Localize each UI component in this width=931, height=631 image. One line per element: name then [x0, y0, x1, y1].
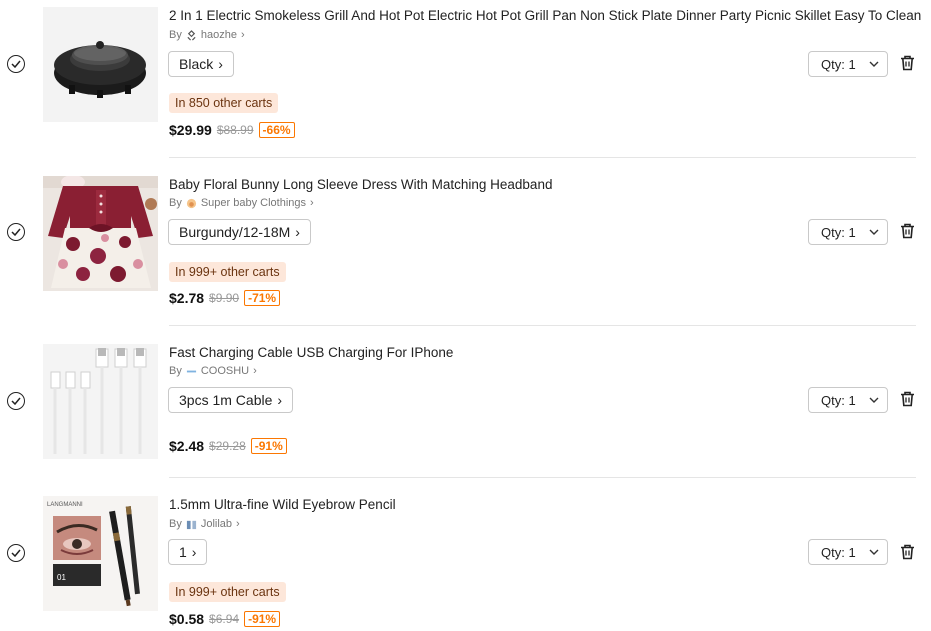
variant-label: 3pcs 1m Cable	[179, 392, 273, 408]
chevron-right-icon: ›	[236, 518, 240, 530]
chevron-right-icon: ›	[310, 197, 314, 209]
variant-selector[interactable]: Burgundy/12-18M ›	[168, 219, 311, 245]
variant-selector[interactable]: 1 ›	[168, 539, 208, 565]
check-icon	[11, 397, 21, 405]
chevron-right-icon: ›	[295, 224, 300, 240]
in-carts-badge: In 999+ other carts	[169, 582, 286, 602]
select-checkbox[interactable]	[7, 544, 25, 562]
seller-logo-icon	[186, 370, 196, 372]
seller-logo-icon	[186, 198, 196, 208]
original-price: $6.94	[209, 612, 240, 626]
seller-link[interactable]: By COOSHU ›	[169, 365, 257, 377]
quantity-select[interactable]: Qty: 1	[808, 387, 888, 413]
variant-label: Black	[179, 56, 214, 72]
chevron-down-icon	[869, 549, 879, 555]
image-brand-text: LANGMANNI	[47, 502, 83, 508]
trash-icon[interactable]	[900, 391, 915, 407]
discount-badge: -91%	[244, 611, 281, 627]
discount-badge: -71%	[244, 290, 281, 306]
seller-logo-icon	[186, 520, 196, 529]
chevron-down-icon	[869, 397, 879, 403]
product-title[interactable]: Fast Charging Cable USB Charging For IPh…	[169, 345, 453, 360]
trash-icon[interactable]	[900, 55, 915, 71]
select-checkbox[interactable]	[7, 223, 25, 241]
seller-name: haozhe	[200, 29, 237, 41]
seller-logo-icon	[187, 29, 196, 41]
product-image[interactable]	[43, 176, 158, 291]
original-price: $9.90	[209, 291, 240, 305]
current-price: $0.58	[169, 611, 205, 627]
price-row: $2.78 $9.90 -71%	[169, 290, 281, 306]
product-image[interactable]	[43, 344, 158, 459]
price-row: $2.48 $29.28 -91%	[169, 438, 287, 454]
chevron-right-icon: ›	[240, 29, 245, 41]
price-row: $0.58 $6.94 -91%	[169, 611, 281, 627]
baby-dress-image	[43, 176, 158, 291]
seller-by-label: By	[169, 197, 182, 209]
quantity-label: Qty: 1	[821, 392, 856, 408]
item-divider	[169, 325, 916, 326]
original-price: $29.28	[209, 439, 246, 453]
seller-name: Super baby Clothings	[200, 197, 307, 209]
seller-by-label: By	[169, 365, 182, 377]
seller-link[interactable]: By Jolilab ›	[169, 518, 240, 530]
product-image[interactable]: LANGMANNI 01	[43, 496, 158, 611]
select-checkbox[interactable]	[7, 392, 25, 410]
quantity-label: Qty: 1	[821, 544, 856, 560]
chevron-down-icon	[869, 61, 879, 67]
price-row: $29.99 $88.99 -66%	[169, 122, 295, 138]
variant-label: 1	[179, 544, 187, 560]
in-carts-badge: In 999+ other carts	[169, 262, 286, 282]
current-price: $2.48	[169, 438, 205, 454]
trash-icon[interactable]	[900, 544, 915, 560]
variant-selector[interactable]: 3pcs 1m Cable ›	[168, 387, 294, 413]
seller-link[interactable]: By Super baby Clothings ›	[169, 197, 314, 209]
current-price: $2.78	[169, 290, 205, 306]
seller-link[interactable]: By haozhe ›	[169, 29, 245, 41]
select-checkbox[interactable]	[7, 55, 25, 73]
grill-hotpot-image	[43, 7, 158, 122]
image-shade-text: 01	[57, 573, 66, 582]
check-icon	[11, 549, 21, 557]
quantity-select[interactable]: Qty: 1	[808, 51, 888, 77]
product-title[interactable]: 1.5mm Ultra-fine Wild Eyebrow Pencil	[169, 497, 396, 512]
eyebrow-pencil-image: LANGMANNI 01	[43, 496, 158, 611]
quantity-select[interactable]: Qty: 1	[808, 219, 888, 245]
variant-label: Burgundy/12-18M	[179, 224, 291, 240]
seller-name: Jolilab	[200, 518, 233, 530]
chevron-down-icon	[869, 229, 879, 235]
original-price: $88.99	[216, 123, 254, 137]
in-carts-badge: In 850 other carts	[169, 93, 279, 113]
check-icon	[11, 60, 21, 68]
quantity-label: Qty: 1	[821, 224, 856, 240]
quantity-label: Qty: 1	[821, 56, 856, 72]
item-divider	[169, 477, 916, 478]
seller-name: COOSHU	[200, 365, 250, 377]
current-price: $29.99	[169, 122, 212, 138]
chevron-right-icon: ›	[191, 544, 197, 560]
discount-badge: -66%	[258, 122, 295, 138]
usb-cable-image	[43, 344, 158, 459]
discount-badge: -91%	[250, 438, 287, 454]
seller-by-label: By	[169, 29, 182, 41]
item-divider	[169, 157, 916, 158]
variant-selector[interactable]: Black ›	[168, 51, 234, 77]
chevron-right-icon: ›	[218, 56, 223, 72]
check-icon	[11, 228, 21, 236]
product-image[interactable]	[43, 7, 158, 122]
product-title[interactable]: Baby Floral Bunny Long Sleeve Dress With…	[169, 177, 552, 192]
seller-by-label: By	[169, 518, 182, 530]
quantity-select[interactable]: Qty: 1	[808, 539, 888, 565]
chevron-right-icon: ›	[277, 392, 283, 408]
chevron-right-icon: ›	[253, 365, 257, 377]
product-title[interactable]: 2 In 1 Electric Smokeless Grill And Hot …	[169, 8, 921, 23]
trash-icon[interactable]	[900, 223, 915, 239]
